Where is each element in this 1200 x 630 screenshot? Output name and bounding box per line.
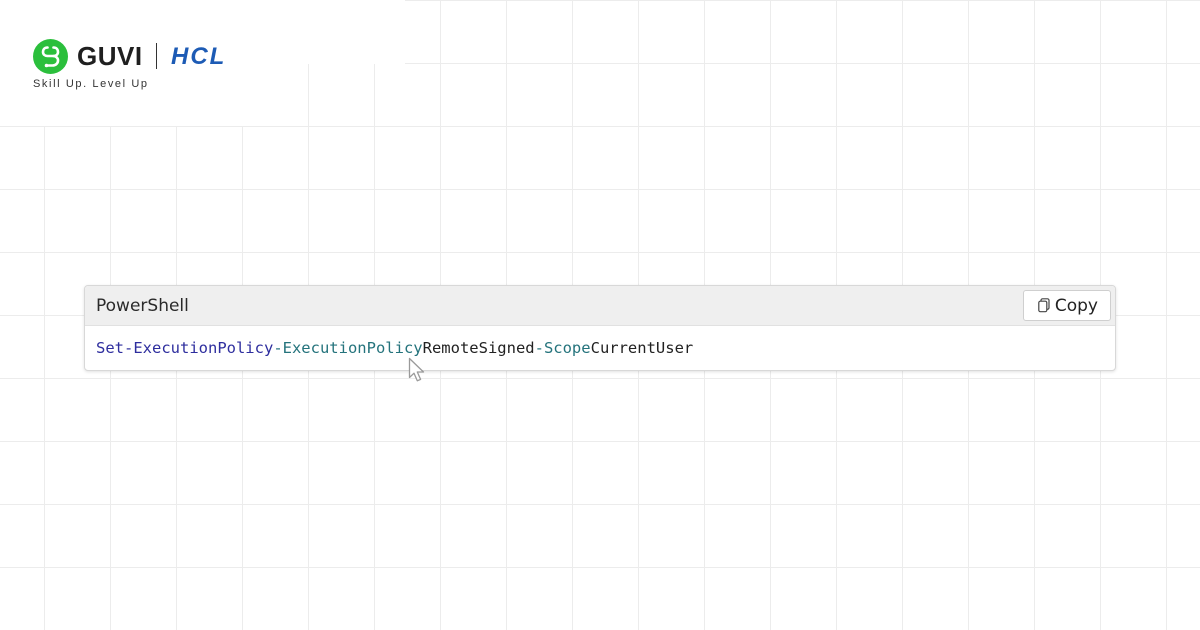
guvi-logo-icon bbox=[33, 38, 68, 74]
brand-logos: GUVI HCL bbox=[33, 38, 303, 74]
copy-button-label: Copy bbox=[1054, 295, 1098, 316]
code-language-label: PowerShell bbox=[96, 295, 189, 316]
copy-icon bbox=[1038, 298, 1050, 313]
code-block-header: PowerShell Copy bbox=[85, 286, 1115, 326]
code-token-argument: CurrentUser bbox=[590, 339, 694, 357]
code-token-parameter: -ExecutionPolicy bbox=[273, 339, 423, 357]
guvi-wordmark: GUVI bbox=[77, 40, 143, 71]
brand-header: GUVI HCL Skill Up. Level Up bbox=[33, 38, 303, 90]
brand-divider bbox=[155, 43, 158, 69]
hcl-wordmark: HCL bbox=[171, 45, 226, 67]
code-line[interactable]: Set-ExecutionPolicy -ExecutionPolicy Rem… bbox=[85, 326, 1115, 370]
slide-canvas: GUVI HCL Skill Up. Level Up PowerShell C… bbox=[0, 0, 1200, 630]
hcl-logo-icon: HCL bbox=[171, 45, 226, 67]
code-token-command: Set-ExecutionPolicy bbox=[96, 339, 274, 357]
brand-tagline: Skill Up. Level Up bbox=[33, 78, 149, 90]
code-block: PowerShell Copy Set-ExecutionPolicy -Exe… bbox=[84, 285, 1116, 371]
mouse-pointer-icon bbox=[408, 357, 425, 382]
code-token-parameter: -Scope bbox=[534, 339, 591, 357]
copy-button[interactable]: Copy bbox=[1022, 290, 1111, 321]
code-token-argument: RemoteSigned bbox=[422, 339, 535, 357]
